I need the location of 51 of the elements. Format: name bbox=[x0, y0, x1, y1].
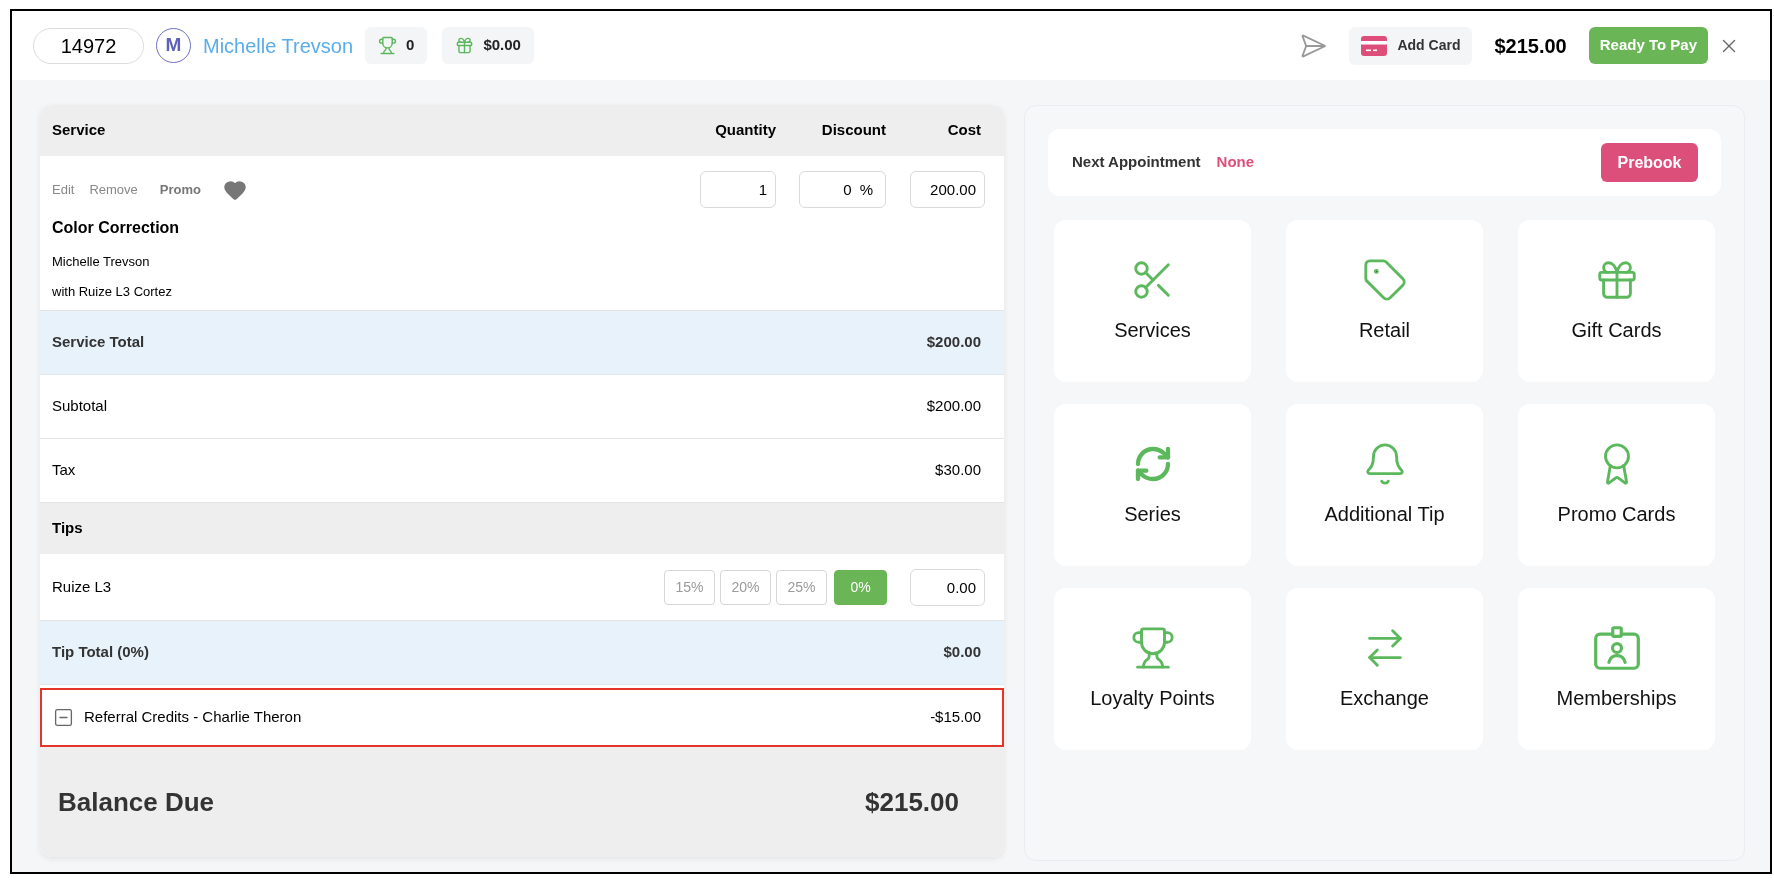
service-client: Michelle Trevson bbox=[52, 253, 151, 271]
next-appointment-label: Next Appointment bbox=[1072, 152, 1201, 173]
column-header: Cost bbox=[946, 120, 981, 141]
category-tile[interactable]: Retail bbox=[1286, 220, 1483, 382]
service-staff: with Ruize L3 Cortez bbox=[52, 282, 173, 301]
tip-amount-field[interactable]: 0.00 bbox=[910, 568, 985, 606]
credit-card-icon bbox=[1361, 35, 1388, 56]
service-action-link[interactable]: Edit bbox=[52, 179, 75, 200]
section-heading: Tips bbox=[40, 503, 1004, 554]
column-header: Service bbox=[52, 120, 107, 141]
loyalty-points-button[interactable]: 0 bbox=[365, 27, 428, 64]
service-name: Color Correction bbox=[52, 218, 181, 238]
trophy-icon bbox=[378, 36, 398, 55]
category-tile[interactable]: Loyalty Points bbox=[1054, 588, 1251, 750]
minus-square-icon[interactable] bbox=[53, 707, 74, 728]
credit-amount: -$15.00 bbox=[930, 707, 981, 728]
quantity-field[interactable]: 1 bbox=[700, 171, 776, 208]
amount-due: $215.00 bbox=[1494, 33, 1567, 59]
next-appointment-value: None bbox=[1216, 152, 1255, 173]
column-header: Quantity bbox=[714, 120, 776, 141]
category-tile[interactable]: Gift Cards bbox=[1518, 220, 1715, 382]
gift-icon bbox=[455, 36, 475, 55]
service-action-link[interactable]: Promo bbox=[159, 179, 201, 200]
gift-balance-button[interactable]: $0.00 bbox=[442, 27, 534, 64]
cost-field[interactable]: 200.00 bbox=[910, 171, 985, 208]
add-card-button[interactable]: Add Card bbox=[1349, 26, 1473, 65]
category-tile[interactable]: Exchange bbox=[1286, 588, 1483, 750]
row-amount: $200.00 bbox=[926, 332, 981, 353]
category-tile[interactable]: Memberships bbox=[1518, 588, 1715, 750]
category-tile[interactable]: Services bbox=[1054, 220, 1251, 382]
row-label: Ruize L3 bbox=[52, 576, 113, 597]
service-action-link[interactable]: Remove bbox=[89, 179, 138, 200]
row-label: Service Total bbox=[52, 332, 145, 353]
balance-due-amount: $215.00 bbox=[865, 785, 959, 819]
row-amount: $0.00 bbox=[943, 642, 981, 663]
balance-due-label: Balance Due bbox=[58, 785, 215, 819]
trophy-icon bbox=[1129, 625, 1176, 671]
id-badge-icon bbox=[1593, 626, 1640, 670]
row-label: Tax bbox=[52, 460, 76, 481]
row-amount: $200.00 bbox=[926, 396, 981, 417]
category-tile[interactable]: Series bbox=[1054, 404, 1251, 566]
row-label: Subtotal bbox=[52, 396, 108, 417]
tag-icon bbox=[1361, 257, 1408, 303]
category-tile[interactable]: Promo Cards bbox=[1518, 404, 1715, 566]
row-label: Tip Total (0%) bbox=[52, 642, 149, 663]
discount-field[interactable]: 0 % bbox=[799, 171, 886, 208]
category-tile[interactable]: Additional Tip bbox=[1286, 404, 1483, 566]
column-header: Discount bbox=[820, 120, 886, 141]
prebook-button[interactable]: Prebook bbox=[1601, 143, 1698, 182]
row-amount: $30.00 bbox=[935, 460, 981, 481]
credit-label: Referral Credits - Charlie Theron bbox=[84, 707, 303, 728]
